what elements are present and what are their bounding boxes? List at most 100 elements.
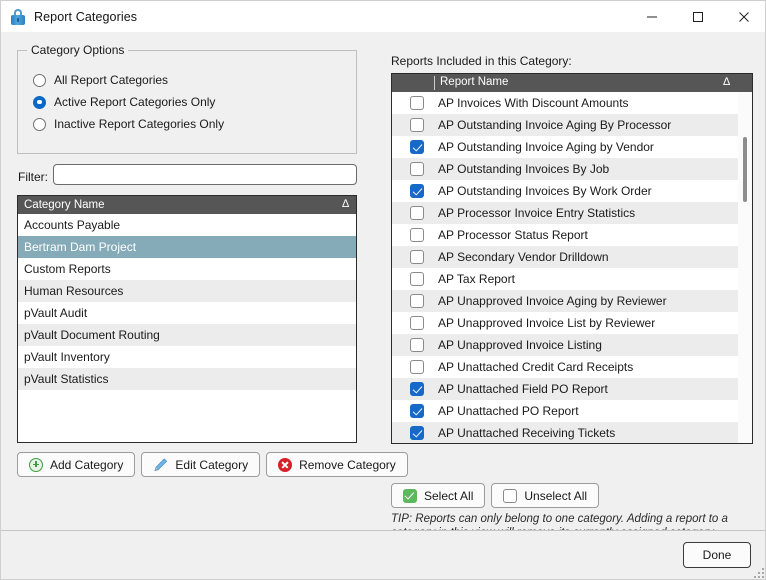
report-name: AP Unapproved Invoice Listing bbox=[438, 338, 602, 352]
checkbox-empty-icon[interactable] bbox=[410, 228, 424, 242]
checkbox-checked-icon bbox=[403, 488, 417, 503]
radio-indicator bbox=[33, 73, 46, 87]
category-list-item[interactable]: Accounts Payable bbox=[18, 214, 356, 236]
unselect-all-button[interactable]: Unselect All bbox=[491, 483, 600, 508]
checkbox-empty-icon bbox=[503, 488, 518, 503]
report-name: AP Unapproved Invoice List by Reviewer bbox=[438, 316, 656, 330]
scrollbar-thumb[interactable] bbox=[743, 137, 747, 202]
checkbox-empty-icon[interactable] bbox=[410, 360, 424, 374]
report-categories-window: Report Categories Category Options All R… bbox=[0, 0, 766, 580]
report-name: AP Unattached PO Report bbox=[438, 404, 579, 418]
report-row[interactable]: AP Unattached Credit Card Receipts bbox=[392, 356, 752, 378]
category-list-item[interactable]: pVault Statistics bbox=[18, 368, 356, 390]
checkbox-empty-icon[interactable] bbox=[410, 338, 424, 352]
filter-label: Filter: bbox=[18, 170, 48, 184]
category-list-item[interactable]: pVault Document Routing bbox=[18, 324, 356, 346]
radio-all-report-categories[interactable]: All Report Categories bbox=[33, 73, 168, 87]
dialog-body: Category Options All Report Categories A… bbox=[1, 32, 765, 539]
report-name: AP Unattached Field PO Report bbox=[438, 382, 608, 396]
checkbox-empty-icon[interactable] bbox=[410, 118, 424, 132]
report-name: AP Outstanding Invoices By Work Order bbox=[438, 184, 652, 198]
report-row[interactable]: AP Outstanding Invoices By Work Order bbox=[392, 180, 752, 202]
report-row[interactable]: AP Outstanding Invoice Aging by Vendor bbox=[392, 136, 752, 158]
checkbox-empty-icon[interactable] bbox=[410, 294, 424, 308]
select-all-button[interactable]: Select All bbox=[391, 483, 486, 508]
report-row[interactable]: AP Unapproved Invoice Listing bbox=[392, 334, 752, 356]
checkbox-checked-icon[interactable] bbox=[410, 184, 424, 198]
category-name: pVault Statistics bbox=[24, 372, 109, 386]
report-row[interactable]: AP Unattached Receiving Tickets bbox=[392, 422, 752, 443]
category-list: Category Name ∆ Accounts Payable Bertram … bbox=[17, 195, 357, 443]
report-name: AP Unapproved Invoice Aging by Reviewer bbox=[438, 294, 667, 308]
report-row[interactable]: AP Unapproved Invoice List by Reviewer bbox=[392, 312, 752, 334]
reports-scrollbar[interactable] bbox=[738, 92, 752, 443]
report-row[interactable]: AP Secondary Vendor Drilldown bbox=[392, 246, 752, 268]
category-name: Accounts Payable bbox=[24, 218, 121, 232]
reports-list-header[interactable]: Report Name ∆ bbox=[392, 74, 752, 92]
report-name: AP Unattached Receiving Tickets bbox=[438, 426, 616, 440]
checkbox-checked-icon[interactable] bbox=[410, 404, 424, 418]
category-rows: Accounts Payable Bertram Dam Project Custo… bbox=[18, 214, 356, 390]
report-name: AP Processor Status Report bbox=[438, 228, 588, 242]
category-list-item[interactable]: pVault Inventory bbox=[18, 346, 356, 368]
category-list-header[interactable]: Category Name ∆ bbox=[18, 196, 356, 214]
radio-indicator bbox=[33, 95, 46, 109]
edit-category-button[interactable]: Edit Category bbox=[141, 452, 261, 477]
report-name: AP Secondary Vendor Drilldown bbox=[438, 250, 609, 264]
category-list-item[interactable]: Bertram Dam Project bbox=[18, 236, 356, 258]
footer-bar: Done bbox=[1, 531, 765, 579]
category-list-item[interactable]: Human Resources bbox=[18, 280, 356, 302]
category-list-item[interactable]: Custom Reports bbox=[18, 258, 356, 280]
radio-indicator bbox=[33, 117, 46, 131]
checkbox-empty-icon[interactable] bbox=[410, 206, 424, 220]
category-action-buttons: Add Category Edit Category Remove Catego… bbox=[17, 452, 408, 477]
radio-label: Active Report Categories Only bbox=[54, 95, 216, 109]
report-row[interactable]: AP Outstanding Invoice Aging By Processo… bbox=[392, 114, 752, 136]
sort-ascending-icon: ∆ bbox=[723, 76, 730, 88]
lock-icon bbox=[10, 8, 26, 25]
remove-category-button[interactable]: Remove Category bbox=[266, 452, 408, 477]
checkbox-empty-icon[interactable] bbox=[410, 250, 424, 264]
report-row[interactable]: AP Unattached PO Report bbox=[392, 400, 752, 422]
report-row[interactable]: AP Processor Invoice Entry Statistics bbox=[392, 202, 752, 224]
title-bar: Report Categories bbox=[1, 1, 765, 32]
report-row[interactable]: AP Unattached Field PO Report bbox=[392, 378, 752, 400]
sort-ascending-icon: ∆ bbox=[342, 198, 349, 210]
checkbox-checked-icon[interactable] bbox=[410, 140, 424, 154]
report-name: AP Invoices With Discount Amounts bbox=[438, 96, 629, 110]
report-row[interactable]: AP Processor Status Report bbox=[392, 224, 752, 246]
checkbox-empty-icon[interactable] bbox=[410, 272, 424, 286]
category-name: Custom Reports bbox=[24, 262, 111, 276]
radio-active-report-categories-only[interactable]: Active Report Categories Only bbox=[33, 95, 215, 109]
plus-circle-icon bbox=[29, 457, 43, 472]
maximize-icon[interactable] bbox=[675, 1, 721, 32]
category-name: Bertram Dam Project bbox=[24, 240, 137, 254]
add-category-button[interactable]: Add Category bbox=[17, 452, 136, 477]
category-list-item[interactable]: pVault Audit bbox=[18, 302, 356, 324]
category-name: pVault Document Routing bbox=[24, 328, 160, 342]
report-row[interactable]: AP Unapproved Invoice Aging by Reviewer bbox=[392, 290, 752, 312]
close-icon[interactable] bbox=[721, 1, 765, 32]
select-all-label: Select All bbox=[424, 488, 474, 503]
remove-circle-icon bbox=[278, 457, 293, 472]
checkbox-checked-icon[interactable] bbox=[410, 426, 424, 440]
report-row[interactable]: AP Outstanding Invoices By Job bbox=[392, 158, 752, 180]
report-name: AP Outstanding Invoices By Job bbox=[438, 162, 610, 176]
category-name: Human Resources bbox=[24, 284, 124, 298]
checkbox-empty-icon[interactable] bbox=[410, 162, 424, 176]
report-name-column-header: Report Name bbox=[440, 76, 509, 88]
edit-category-label: Edit Category bbox=[175, 457, 249, 472]
report-row[interactable]: AP Invoices With Discount Amounts bbox=[392, 92, 752, 114]
radio-inactive-report-categories-only[interactable]: Inactive Report Categories Only bbox=[33, 117, 224, 131]
done-button[interactable]: Done bbox=[683, 542, 751, 568]
report-row[interactable]: AP Tax Report bbox=[392, 268, 752, 290]
window-controls bbox=[629, 1, 765, 32]
checkbox-checked-icon[interactable] bbox=[410, 382, 424, 396]
minimize-icon[interactable] bbox=[629, 1, 675, 32]
resize-grip[interactable] bbox=[753, 567, 764, 578]
checkbox-empty-icon[interactable] bbox=[410, 316, 424, 330]
filter-input[interactable] bbox=[53, 164, 357, 185]
window-title: Report Categories bbox=[34, 9, 138, 24]
category-name: pVault Audit bbox=[24, 306, 88, 320]
checkbox-empty-icon[interactable] bbox=[410, 96, 424, 110]
